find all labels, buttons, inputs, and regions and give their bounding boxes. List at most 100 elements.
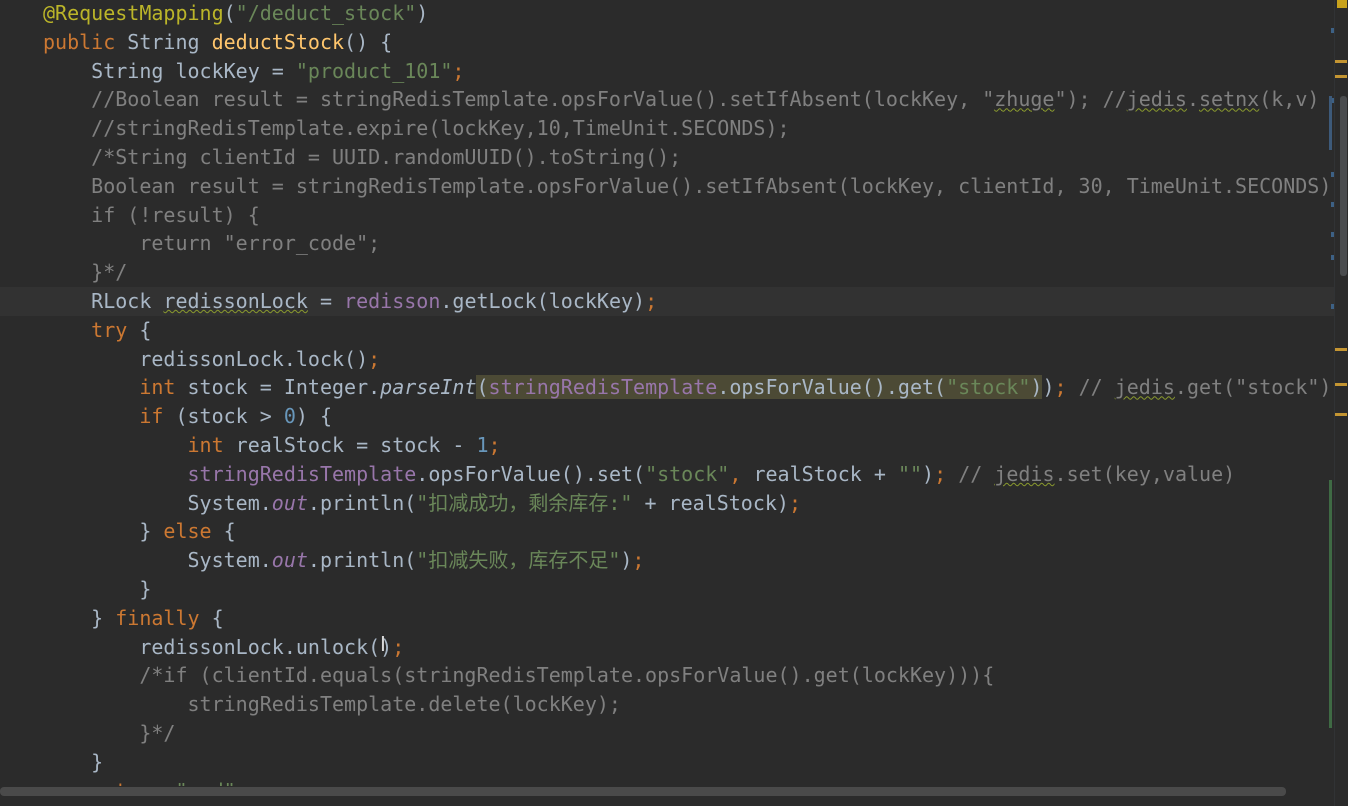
code-token: "product_101" (295, 58, 453, 83)
code-token: redissonLock.unlock( (43, 634, 381, 659)
info-marker[interactable] (1331, 232, 1334, 237)
code-token: .println( (307, 490, 417, 515)
code-line[interactable]: redissonLock.lock(); (0, 345, 1334, 374)
code-line[interactable]: int realStock = stock - 1; (0, 431, 1334, 460)
code-token: } (43, 605, 116, 630)
code-line[interactable]: if (!result) { (0, 201, 1334, 230)
code-editor[interactable]: @RequestMapping("/deduct_stock") public S… (0, 0, 1348, 806)
code-token: = (307, 289, 345, 313)
horizontal-scrollbar-thumb[interactable] (0, 787, 1286, 796)
code-line[interactable]: System.out.println("扣减失败，库存不足"); (0, 546, 1334, 575)
code-token: @RequestMapping (43, 1, 224, 25)
code-token: "stock" (645, 461, 730, 486)
code-token: return "error_code"; (43, 231, 381, 256)
code-token: ) (1042, 375, 1055, 400)
code-token: "扣减成功，剩余库存:" (416, 490, 633, 515)
code-line[interactable]: RLock redissonLock = redisson.getLock(lo… (0, 287, 1334, 316)
code-line[interactable]: @RequestMapping("/deduct_stock") (0, 0, 1334, 28)
code-line[interactable]: public String deductStock() { (0, 28, 1334, 57)
code-token: System. (43, 548, 272, 573)
code-line[interactable]: } (0, 748, 1334, 777)
code-line[interactable]: stringRedisTemplate.delete(lockKey); (0, 690, 1334, 719)
code-token: else (163, 519, 224, 544)
inspection-status-icon[interactable] (1337, 0, 1347, 8)
vcs-change-marker[interactable] (1329, 96, 1332, 150)
code-token: . (1186, 87, 1199, 112)
code-token: (stock > (175, 404, 284, 429)
code-token: parseInt (380, 375, 477, 400)
code-token: if (139, 404, 176, 429)
code-token: //stringRedisTemplate.expire(lockKey,10,… (43, 116, 790, 141)
code-token: { (211, 605, 224, 630)
code-line[interactable]: redissonLock.unlock(); (0, 633, 1334, 662)
code-line[interactable]: /*if (clientId.equals(stringRedisTemplat… (0, 661, 1334, 690)
info-marker[interactable] (1331, 304, 1334, 309)
code-token: public (43, 29, 128, 54)
code-token: stringRedisTemplate (187, 461, 417, 486)
code-token: deductStock (211, 29, 345, 54)
code-token: ; (632, 548, 645, 573)
code-line[interactable]: } (0, 575, 1334, 604)
text-cursor-ibeam-icon: I (380, 632, 386, 656)
code-line[interactable]: /*String clientId = UUID.randomUUID().to… (0, 143, 1334, 172)
code-line[interactable]: int stock = Integer.parseInt(stringRedis… (0, 373, 1334, 402)
code-token: + realStock) (632, 490, 789, 515)
code-line[interactable]: Boolean result = stringRedisTemplate.ops… (0, 172, 1334, 201)
code-line[interactable]: stringRedisTemplate.opsForValue().set("s… (0, 460, 1334, 489)
code-token: ; (452, 58, 465, 83)
code-line[interactable]: try { (0, 316, 1334, 345)
code-token: .get("stock"); (1174, 375, 1334, 400)
code-token: 1 (476, 433, 489, 457)
code-token: try (91, 317, 140, 342)
code-line[interactable]: } else { (0, 517, 1334, 546)
code-token: } (43, 577, 152, 601)
code-token: //Boolean result = stringRedisTemplate.o… (43, 87, 995, 112)
code-token: ; (488, 433, 501, 457)
warning-marker[interactable] (1335, 75, 1347, 78)
code-token: zhuge (994, 87, 1055, 112)
warning-marker[interactable] (1335, 60, 1347, 63)
code-line[interactable]: }*/ (0, 719, 1334, 748)
code-token: "); // (1054, 87, 1127, 112)
code-token: realStock + (753, 461, 898, 486)
code-token: System. (43, 490, 272, 515)
code-token: "" (897, 461, 923, 486)
warning-marker[interactable] (1335, 348, 1347, 351)
warning-marker[interactable] (1335, 413, 1347, 416)
code-token: }*/ (43, 260, 128, 285)
code-line[interactable]: //stringRedisTemplate.expire(lockKey,10,… (0, 114, 1334, 143)
code-token: ( (223, 1, 236, 25)
code-token: .set(key,value) (1054, 461, 1236, 486)
code-line[interactable]: }*/ (0, 258, 1334, 287)
vcs-change-marker[interactable] (1329, 480, 1332, 728)
code-token: ; (645, 289, 658, 313)
code-line[interactable]: System.out.println("扣减成功，剩余库存:" + realSt… (0, 489, 1334, 518)
code-token: setnx (1198, 87, 1260, 112)
code-token: , (729, 461, 754, 486)
code-token: finally (115, 605, 212, 630)
code-line[interactable]: } finally { (0, 604, 1334, 633)
code-token: "/deduct_stock" (235, 1, 417, 25)
code-token: ; (368, 346, 381, 371)
code-token: out (271, 490, 308, 515)
info-marker[interactable] (1331, 255, 1334, 260)
info-marker[interactable] (1331, 28, 1334, 33)
info-marker[interactable] (1331, 172, 1334, 177)
code-line[interactable]: return "error_code"; (0, 229, 1334, 258)
code-token: "stock" (946, 375, 1031, 400)
code-token: } (43, 749, 104, 774)
code-token: .opsForValue().get( (717, 375, 947, 400)
code-token: ) (416, 1, 429, 25)
code-token: int (139, 375, 188, 400)
code-line[interactable]: if (stock > 0) { (0, 402, 1334, 431)
code-line[interactable]: String lockKey = "product_101"; (0, 57, 1334, 86)
warning-marker[interactable] (1335, 383, 1347, 386)
code-token: (k,v) (1259, 87, 1320, 112)
code-line[interactable]: //Boolean result = stringRedisTemplate.o… (0, 85, 1334, 114)
code-token: ) { (295, 404, 332, 429)
info-marker[interactable] (1331, 202, 1334, 207)
code-token: redisson (344, 289, 441, 313)
code-token: { (139, 317, 152, 342)
vertical-scrollbar-thumb[interactable] (1340, 96, 1347, 276)
